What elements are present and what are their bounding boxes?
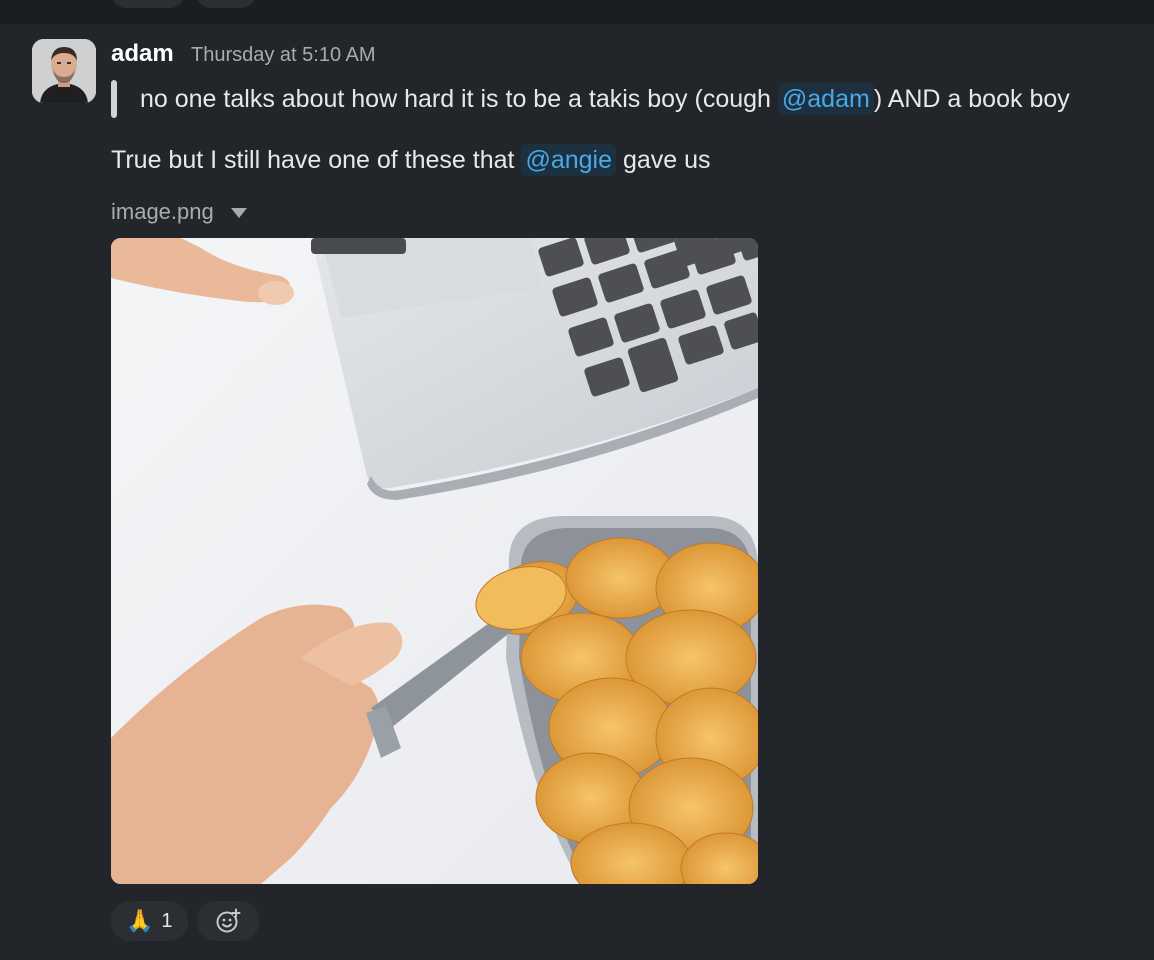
previous-add-reaction-button[interactable]: [196, 0, 256, 8]
message-timestamp[interactable]: Thursday at 5:10 AM: [191, 44, 376, 67]
caret-down-icon: [230, 208, 247, 218]
message-text-after: gave us: [616, 146, 711, 174]
attachment-filename: image.png: [111, 199, 214, 224]
avatar[interactable]: [32, 39, 96, 103]
add-reaction-icon: [216, 908, 241, 933]
reaction-folded-hands[interactable]: 🙏 1: [111, 901, 188, 941]
message-text-before: True but I still have one of these that: [111, 146, 522, 174]
reaction-count: 1: [161, 909, 173, 932]
previous-message-strip: [0, 0, 1154, 24]
message-text: True but I still have one of these that …: [111, 144, 711, 176]
folded-hands-emoji-icon: 🙏: [126, 908, 154, 933]
blockquote: no one talks about how hard it is to be …: [111, 79, 1070, 119]
quote-text-after: ) AND a book boy: [873, 84, 1070, 113]
sender-name[interactable]: adam: [111, 40, 174, 68]
quote-text-before: no one talks about how hard it is to be …: [140, 84, 778, 113]
mention-angie[interactable]: @angie: [521, 144, 616, 176]
mention-adam[interactable]: @adam: [777, 82, 874, 115]
attachment-image[interactable]: [111, 238, 758, 884]
add-reaction-button[interactable]: [196, 901, 259, 941]
quote-text: no one talks about how hard it is to be …: [140, 82, 1070, 115]
message: adam Thursday at 5:10 AM no one talks ab…: [0, 24, 1154, 960]
quote-bar: [111, 80, 117, 118]
attachment-toggle[interactable]: image.png: [111, 199, 247, 225]
previous-reaction[interactable]: [111, 0, 185, 8]
reactions-bar: 🙏 1: [111, 901, 259, 941]
